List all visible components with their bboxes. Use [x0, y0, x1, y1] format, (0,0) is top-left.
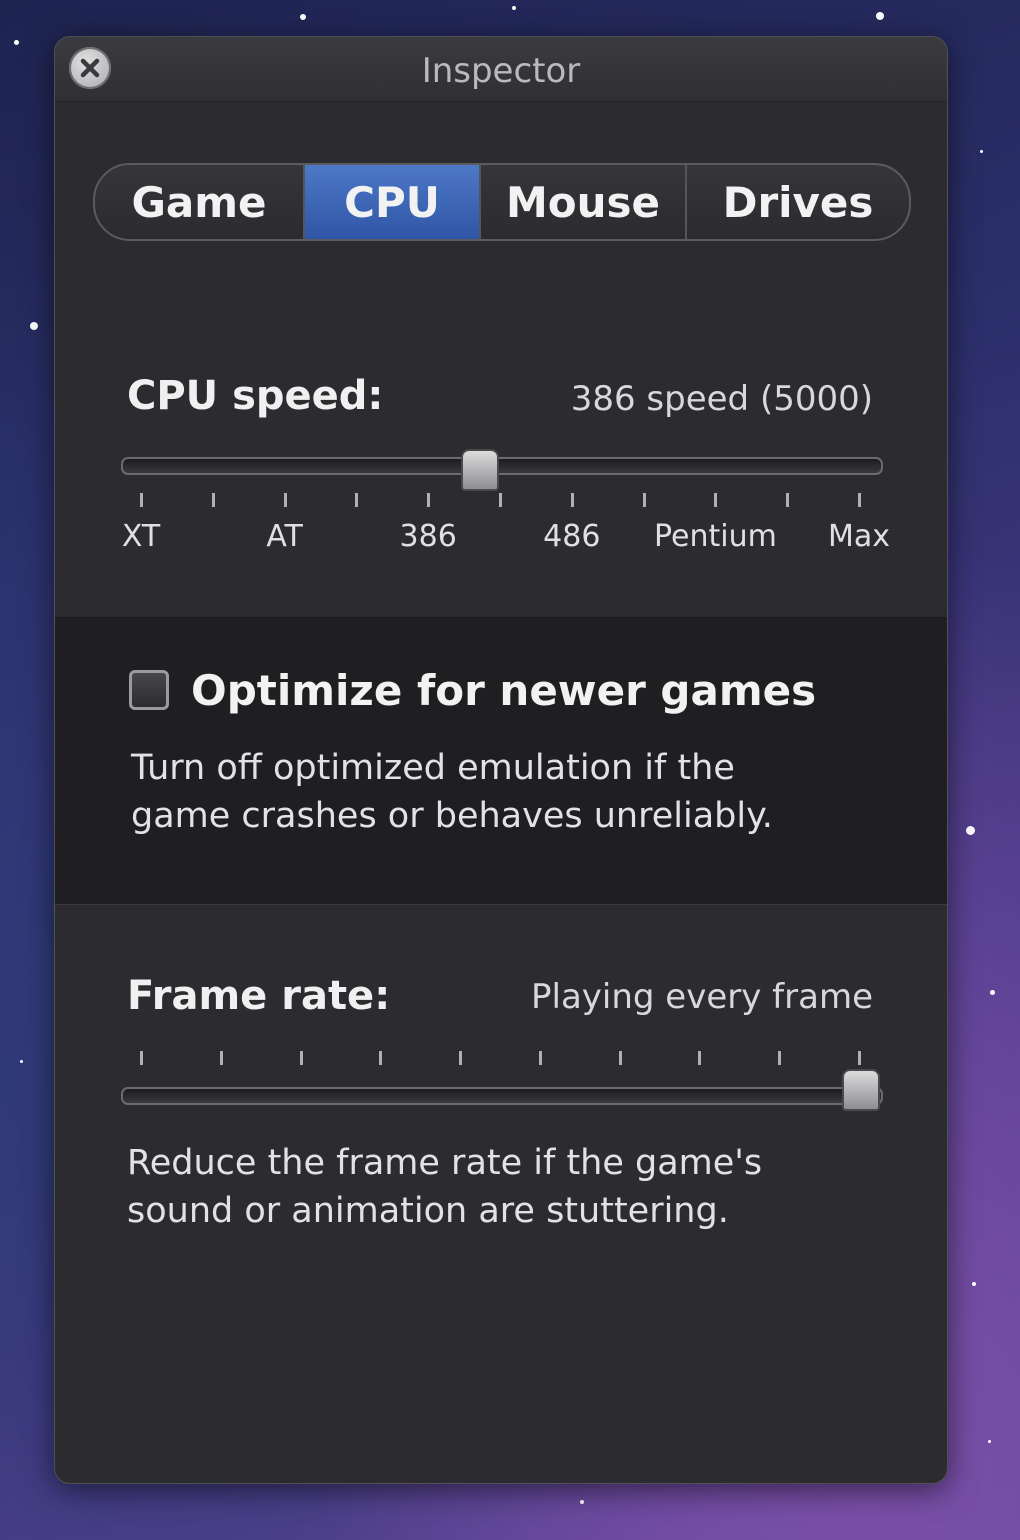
optimize-description-line2: game crashes or behaves unreliably.: [131, 796, 773, 836]
cpu-tick-mark: [283, 493, 287, 507]
optimize-label[interactable]: Optimize for newer games: [191, 666, 816, 715]
optimize-description-line1: Turn off optimized emulation if the: [131, 748, 735, 788]
cpu-tick-label-xt: XT: [121, 519, 161, 554]
frame-rate-slider-thumb[interactable]: [842, 1069, 880, 1111]
frame-rate-description-line1: Reduce the frame rate if the game's: [127, 1143, 763, 1183]
tab-drives[interactable]: Drives: [687, 165, 909, 239]
tab-game[interactable]: Game: [95, 165, 305, 239]
cpu-tick-label-486: 486: [543, 519, 601, 554]
inspector-panel: Inspector Game CPU Mouse Drives CPU spee…: [54, 36, 948, 1484]
frame-rate-tick-mark: [778, 1051, 782, 1065]
cpu-tick-mark: [642, 493, 646, 507]
optimize-section: Optimize for newer games Turn off optimi…: [55, 617, 947, 905]
frame-rate-slider[interactable]: [121, 1087, 883, 1105]
tab-bar: Game CPU Mouse Drives: [93, 163, 911, 241]
cpu-speed-value: 386 speed (5000): [570, 379, 873, 419]
tab-mouse[interactable]: Mouse: [481, 165, 687, 239]
frame-rate-tick-mark: [459, 1051, 463, 1065]
cpu-speed-slider[interactable]: [121, 457, 883, 475]
frame-rate-label: Frame rate:: [127, 973, 391, 1019]
cpu-tick-mark: [570, 493, 574, 507]
frame-rate-section: Frame rate: Playing every frame Reduce t…: [55, 903, 947, 1303]
title-bar: Inspector: [55, 37, 947, 102]
frame-rate-value: Playing every frame: [531, 977, 873, 1017]
window-title: Inspector: [421, 51, 581, 91]
frame-rate-tick-mark: [140, 1051, 143, 1065]
optimize-checkbox[interactable]: [129, 670, 169, 710]
frame-rate-tick-mark: [219, 1051, 223, 1065]
cpu-tick-mark: [858, 493, 861, 507]
frame-rate-tick-mark: [698, 1051, 702, 1065]
cpu-tick-label-max: Max: [827, 519, 891, 554]
tab-cpu[interactable]: CPU: [305, 165, 481, 239]
cpu-tick-label-pentium: Pentium: [653, 519, 777, 554]
cpu-tick-mark: [211, 493, 215, 507]
frame-rate-description-line2: sound or animation are stuttering.: [127, 1191, 729, 1231]
cpu-tick-mark: [427, 493, 431, 507]
cpu-tick-mark: [786, 493, 790, 507]
frame-rate-tick-mark: [299, 1051, 303, 1065]
cpu-speed-label: CPU speed:: [127, 373, 384, 419]
cpu-tick-label-386: 386: [399, 519, 457, 554]
frame-rate-tick-mark: [379, 1051, 383, 1065]
cpu-tick-mark: [355, 493, 359, 507]
frame-rate-tick-mark: [858, 1051, 861, 1065]
frame-rate-tick-mark: [618, 1051, 622, 1065]
cpu-tick-label-at: AT: [266, 519, 303, 554]
cpu-tick-mark: [140, 493, 143, 507]
frame-rate-tick-mark: [538, 1051, 542, 1065]
cpu-tick-mark: [714, 493, 718, 507]
cpu-speed-slider-thumb[interactable]: [461, 449, 500, 491]
cpu-tick-mark: [499, 493, 502, 507]
cpu-speed-section: CPU speed: 386 speed (5000) XT AT 386 48…: [55, 337, 947, 617]
